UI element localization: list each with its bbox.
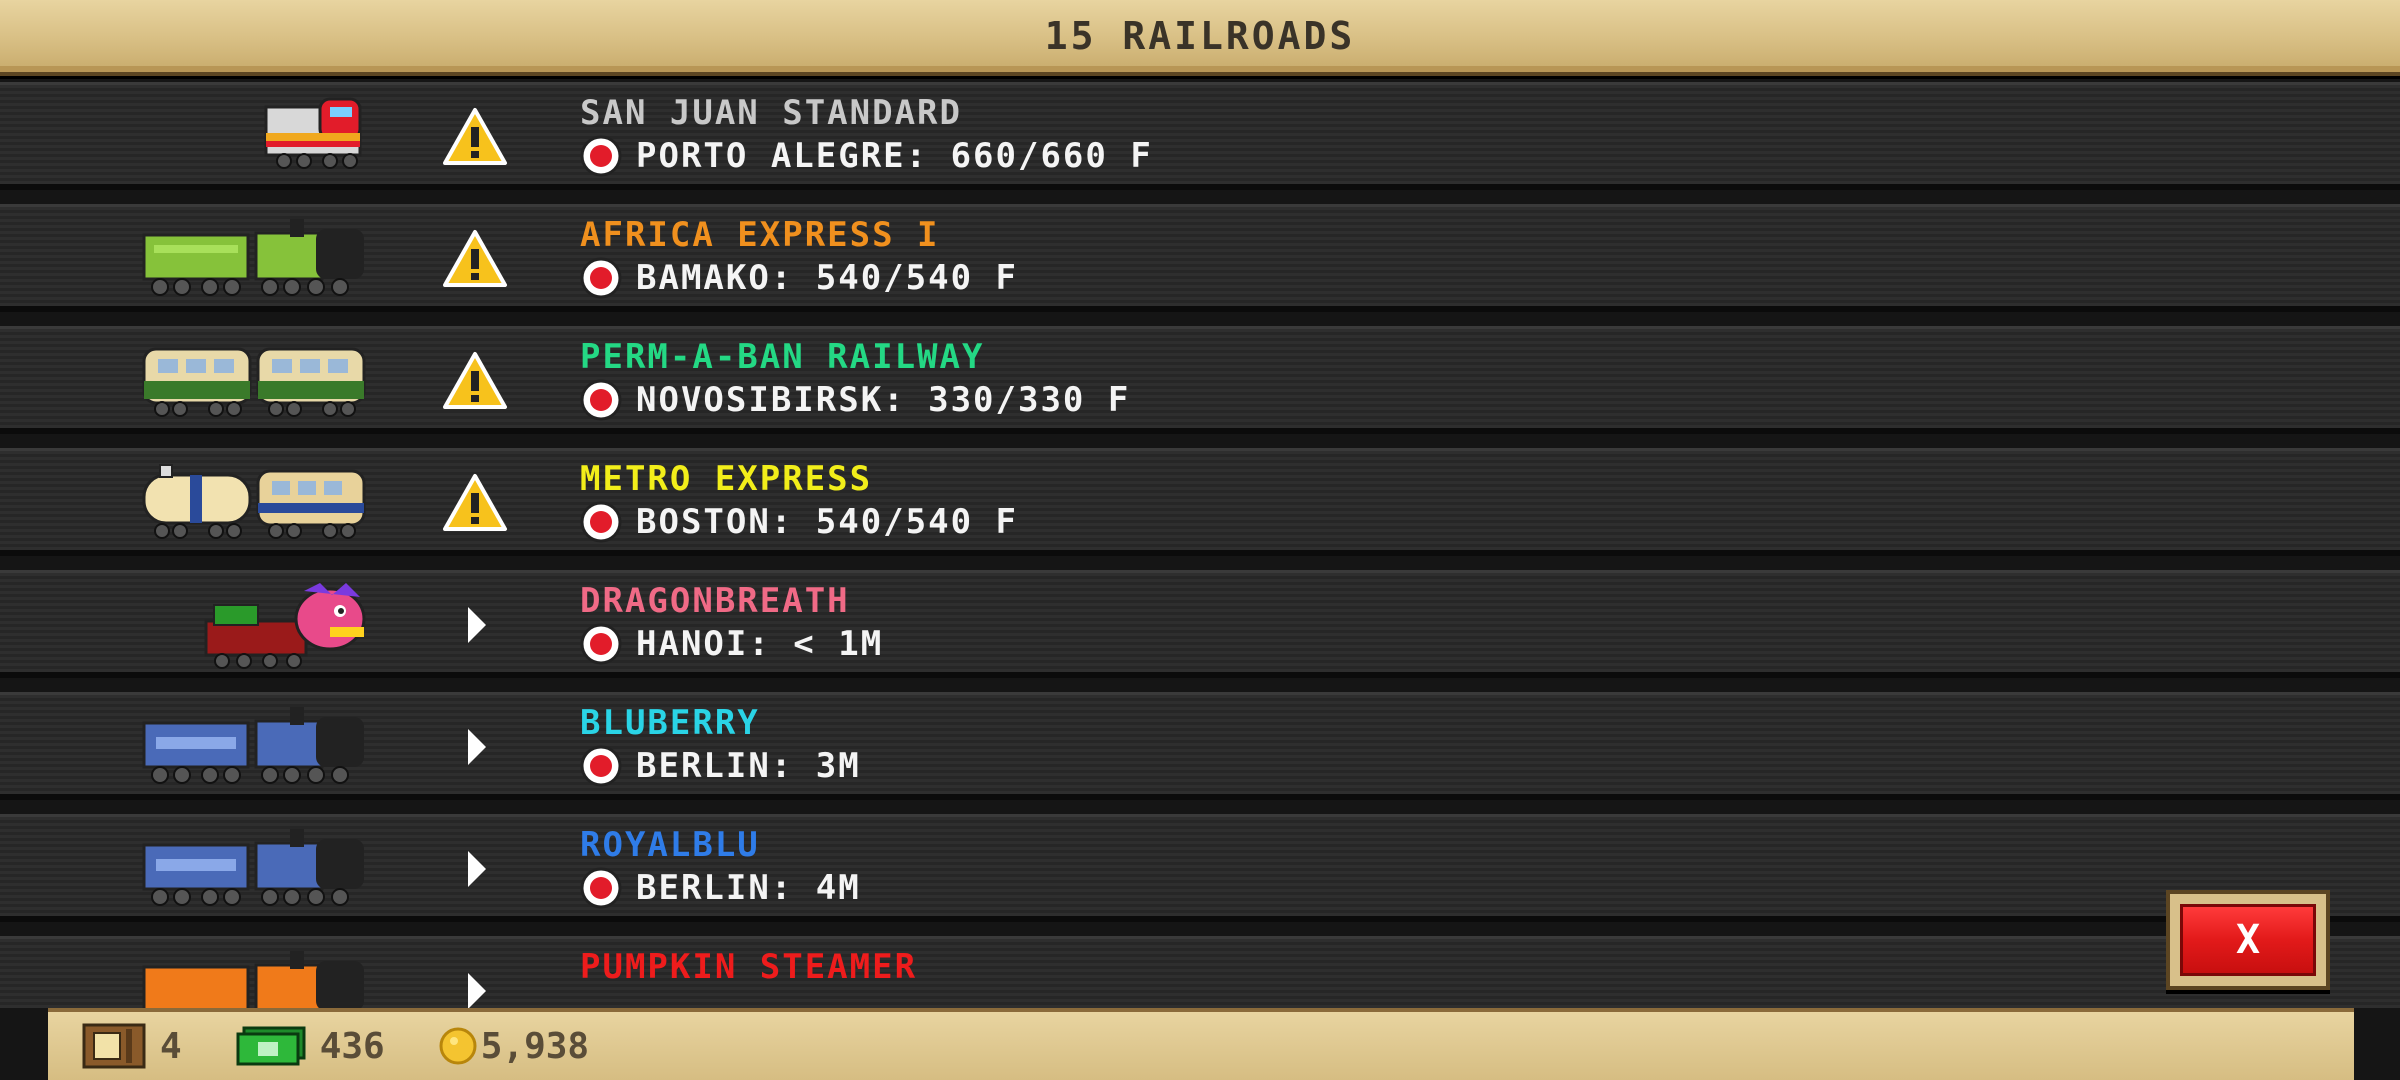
station-icon (580, 867, 622, 909)
railroad-info-text: BERLIN: 4M (636, 868, 861, 908)
close-button[interactable]: X (2166, 890, 2330, 990)
warning-icon (443, 230, 507, 287)
train-sprite-steam-blue (140, 703, 370, 789)
railroad-info: NOVOSIBIRSK: 330/330 F (580, 379, 1130, 421)
railroad-name: AFRICA EXPRESS I (580, 215, 940, 255)
cash-icon (236, 1026, 306, 1066)
train-sprite-diesel-red (140, 93, 370, 179)
train-sprite-steam-blue (140, 825, 370, 911)
railroad-name: PUMPKIN STEAMER (580, 947, 918, 987)
train-sprite-railcar-cream-green (140, 337, 370, 423)
coins-count: 5,938 (480, 1025, 590, 1067)
railroad-row-pumpkin-steamer[interactable]: PUMPKIN STEAMER (0, 936, 2400, 1008)
station-icon (580, 379, 622, 421)
station-icon (580, 623, 622, 665)
train-sprite-tanker-cream (140, 459, 370, 545)
railroad-name: METRO EXPRESS (580, 459, 873, 499)
railroad-name: DRAGONBREATH (580, 581, 850, 621)
page-title: 15 RAILROADS (1044, 14, 1356, 58)
warning-icon (443, 474, 507, 531)
warning-icon (443, 108, 507, 165)
coins-stat: 5,938 (439, 1026, 589, 1067)
railroad-info: BERLIN: 3M (580, 745, 861, 787)
railroad-row-bluberry[interactable]: BLUBERRY BERLIN: 3M (0, 692, 2400, 800)
coin-icon (439, 1027, 477, 1065)
railroad-row-san-juan-standard[interactable]: SAN JUAN STANDARD PORTO ALEGRE: 660/660 … (0, 82, 2400, 190)
close-icon: X (2180, 904, 2316, 976)
station-icon (580, 745, 622, 787)
cash-stat: 436 (236, 1026, 385, 1067)
railroad-info-text: HANOI: < 1M (636, 624, 884, 664)
railroad-info-text: NOVOSIBIRSK: 330/330 F (636, 380, 1131, 420)
boxes-count: 4 (160, 1025, 182, 1067)
header-bar: 15 RAILROADS (0, 0, 2400, 76)
boxes-stat: 4 (82, 1023, 182, 1069)
railroads-screen: 15 RAILROADS SAN JUAN STANDARD PORTO ALE… (0, 0, 2400, 1080)
railroad-row-metro-express[interactable]: METRO EXPRESS BOSTON: 540/540 F (0, 448, 2400, 556)
railroad-info: BAMAKO: 540/540 F (580, 257, 1018, 299)
play-arrow-icon (468, 973, 486, 1008)
train-sprite-steam-orange (140, 947, 370, 1008)
railroad-name: ROYALBLU (580, 825, 760, 865)
train-sprite-steam-green (140, 215, 370, 301)
station-icon (580, 501, 622, 543)
railroad-info-text: BOSTON: 540/540 F (636, 502, 1018, 542)
railroad-name: SAN JUAN STANDARD (580, 93, 962, 133)
railroad-row-africa-express-i[interactable]: AFRICA EXPRESS I BAMAKO: 540/540 F (0, 204, 2400, 312)
play-arrow-icon (468, 851, 486, 887)
station-icon (580, 257, 622, 299)
railroad-info-text: BAMAKO: 540/540 F (636, 258, 1018, 298)
crate-icon (82, 1023, 146, 1069)
railroad-name: PERM-A-BAN RAILWAY (580, 337, 985, 377)
status-bar: 4 436 5,938 (48, 1008, 2354, 1080)
play-arrow-icon (468, 729, 486, 765)
railroad-info: BOSTON: 540/540 F (580, 501, 1018, 543)
railroad-list[interactable]: SAN JUAN STANDARD PORTO ALEGRE: 660/660 … (0, 82, 2400, 1008)
railroad-row-royalblu[interactable]: ROYALBLU BERLIN: 4M (0, 814, 2400, 922)
warning-icon (443, 352, 507, 409)
station-icon (580, 135, 622, 177)
train-sprite-dragon (140, 581, 370, 669)
railroad-info-text: PORTO ALEGRE: 660/660 F (636, 136, 1153, 176)
railroad-info-text: BERLIN: 3M (636, 746, 861, 786)
railroad-name: BLUBERRY (580, 703, 760, 743)
play-arrow-icon (468, 607, 486, 643)
railroad-info: HANOI: < 1M (580, 623, 883, 665)
railroad-info: BERLIN: 4M (580, 867, 861, 909)
railroad-info: PORTO ALEGRE: 660/660 F (580, 135, 1153, 177)
railroad-row-dragonbreath[interactable]: DRAGONBREATH HANOI: < 1M (0, 570, 2400, 678)
railroad-row-perm-a-ban-railway[interactable]: PERM-A-BAN RAILWAY NOVOSIBIRSK: 330/330 … (0, 326, 2400, 434)
cash-count: 436 (319, 1025, 385, 1067)
